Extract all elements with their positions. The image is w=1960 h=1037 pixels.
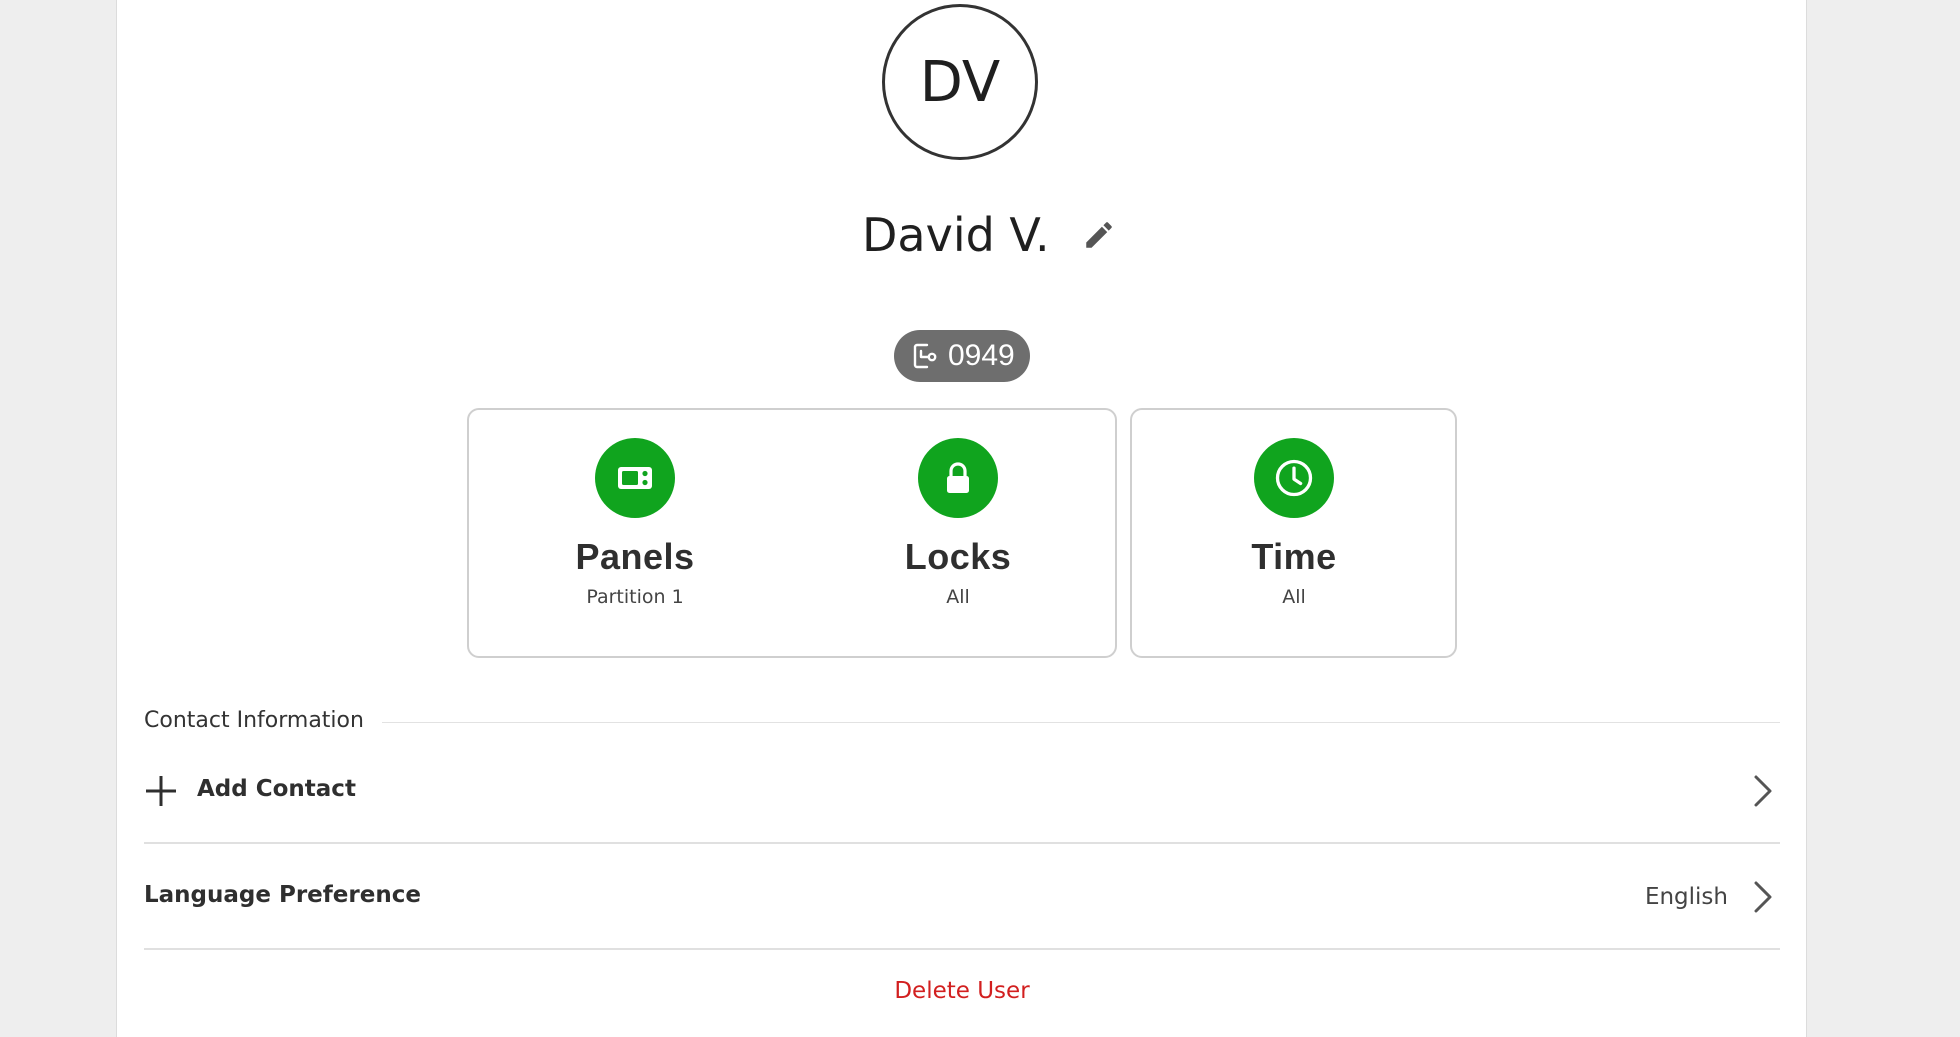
- access-tile-group: Panels Partition 1 Locks All: [467, 408, 1117, 658]
- tile-time[interactable]: Time All: [1194, 438, 1394, 608]
- panel-icon: [618, 467, 652, 489]
- keycode-icon: [913, 343, 937, 369]
- locks-circle: [918, 438, 998, 518]
- tile-locks[interactable]: Locks All: [858, 438, 1058, 608]
- user-name: David V.: [862, 208, 1050, 262]
- clock-icon: [1275, 459, 1313, 497]
- lock-icon: [947, 462, 969, 493]
- schedule-tile-group: Time All: [1130, 408, 1457, 658]
- panels-circle: [595, 438, 675, 518]
- tile-panels[interactable]: Panels Partition 1: [535, 438, 735, 608]
- tile-time-title: Time: [1251, 536, 1337, 577]
- tile-panels-title: Panels: [575, 536, 695, 577]
- pin-code: 0949: [948, 339, 1015, 372]
- tile-locks-subtitle: All: [946, 586, 970, 608]
- tile-time-subtitle: All: [1282, 586, 1306, 608]
- plus-icon: [146, 776, 176, 806]
- chevron-right-icon: [1754, 775, 1772, 807]
- contact-section-title: Contact Information: [144, 708, 364, 733]
- language-preference-label: Language Preference: [144, 882, 421, 908]
- pencil-icon[interactable]: [1082, 218, 1116, 252]
- pin-badge: 0949: [894, 330, 1030, 382]
- section-divider: [382, 722, 1780, 723]
- language-preference-row[interactable]: Language Preference English: [144, 844, 1780, 950]
- time-circle: [1254, 438, 1334, 518]
- add-contact-row[interactable]: Add Contact: [144, 738, 1780, 844]
- avatar-initials: DV: [919, 49, 1001, 115]
- add-contact-label: Add Contact: [197, 776, 356, 802]
- language-value: English: [1644, 884, 1728, 910]
- chevron-right-icon: [1754, 881, 1772, 913]
- tile-locks-title: Locks: [904, 536, 1012, 577]
- tile-panels-subtitle: Partition 1: [586, 586, 684, 608]
- delete-user-button[interactable]: Delete User: [0, 978, 1924, 1004]
- avatar: DV: [882, 4, 1038, 160]
